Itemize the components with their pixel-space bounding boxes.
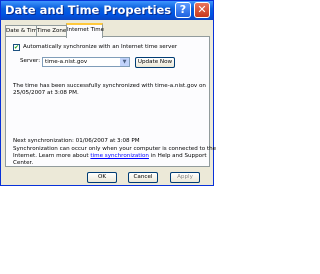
info-line-2: Internet. Learn more about time synchron… [13,153,207,159]
auto-sync-label: Automatically synchronize with an Intern… [23,44,178,50]
tab-date-time[interactable]: Date & Time [5,25,40,36]
ok-button[interactable]: OK [87,172,117,183]
internet-time-panel: ✔ Automatically synchronize with an Inte… [5,36,216,167]
sync-status-line-1: The time has been successfully synchroni… [13,83,206,89]
update-now-button[interactable]: Update Now [135,57,175,68]
tab-time-zone[interactable]: Time Zone [36,25,67,36]
cancel-button[interactable]: Cancel [128,172,158,183]
apply-button[interactable]: Apply [170,172,200,183]
help-button[interactable]: ? [175,2,191,18]
info-line-1: Synchronization can occur only when your… [13,146,217,152]
close-button[interactable]: ✕ [194,2,210,18]
title-bar[interactable]: Date and Time Properties ? ✕ [1,1,213,20]
server-value: time-a.nist.gov [45,59,88,65]
sync-status-line-2: 25/05/2007 at 3:08 PM. [13,90,79,96]
window-title: Date and Time Properties [5,3,172,17]
chevron-down-icon[interactable]: ▼ [120,58,129,66]
info-line-2-suffix: in Help and Support [148,153,207,159]
time-sync-help-link[interactable]: time synchronization [90,153,149,159]
date-time-properties-dialog: Date and Time Properties ? ✕ Date & Time… [0,0,216,186]
tab-internet-time[interactable]: Internet Time [66,23,104,38]
server-select[interactable]: time-a.nist.gov ▼ [42,57,130,67]
auto-sync-checkbox[interactable]: ✔ [13,44,20,51]
next-sync-text: Next synchronization: 01/06/2007 at 3:08… [13,138,140,144]
server-label: Server: [20,58,41,64]
info-line-3: Center. [13,160,34,166]
info-line-2-prefix: Internet. Learn more about [13,153,91,159]
